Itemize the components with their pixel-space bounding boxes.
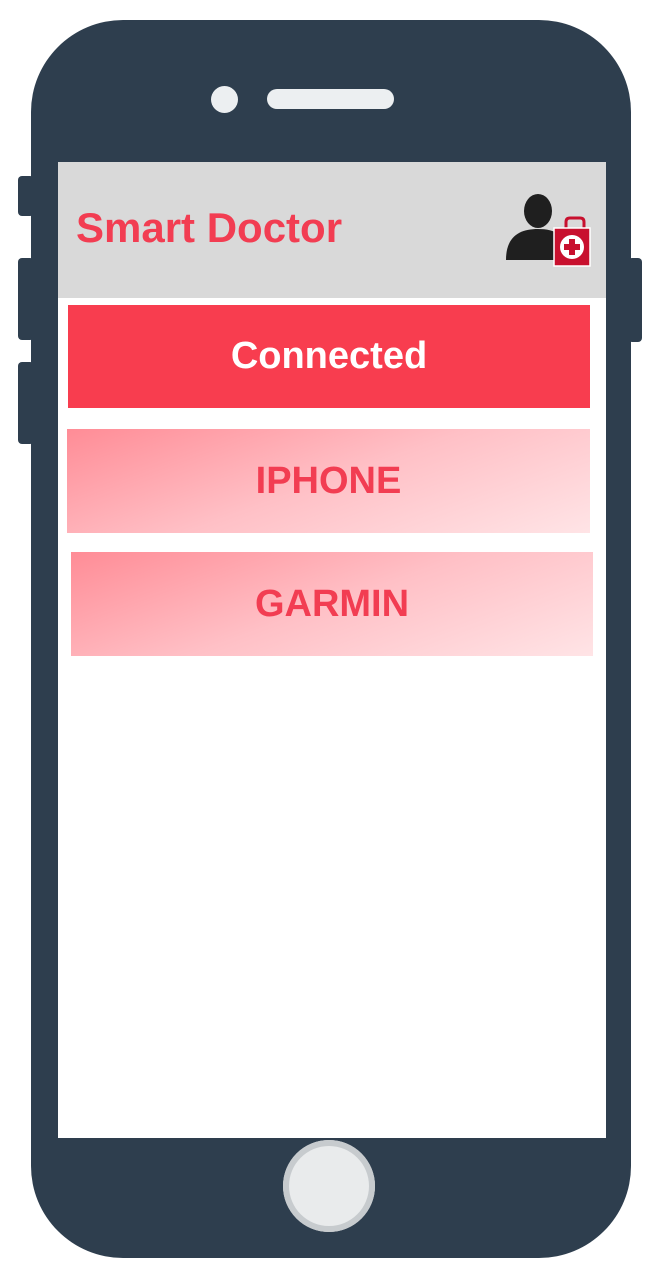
earpiece-speaker <box>267 89 394 109</box>
home-button[interactable] <box>283 1140 375 1232</box>
connection-status-banner: Connected <box>68 305 590 408</box>
app-header: Smart Doctor <box>58 162 606 298</box>
device-label: GARMIN <box>254 582 410 625</box>
device-label: IPHONE <box>255 459 402 502</box>
device-item-iphone[interactable]: IPHONE <box>67 429 590 533</box>
doctor-profile-icon[interactable] <box>500 184 592 270</box>
phone-screen: Smart Doctor Connected IPHONE GARMIN <box>58 162 606 1138</box>
device-item-garmin[interactable]: GARMIN <box>71 552 593 656</box>
front-camera <box>211 86 238 113</box>
app-title: Smart Doctor <box>76 204 343 251</box>
connection-status-text: Connected <box>230 335 428 377</box>
